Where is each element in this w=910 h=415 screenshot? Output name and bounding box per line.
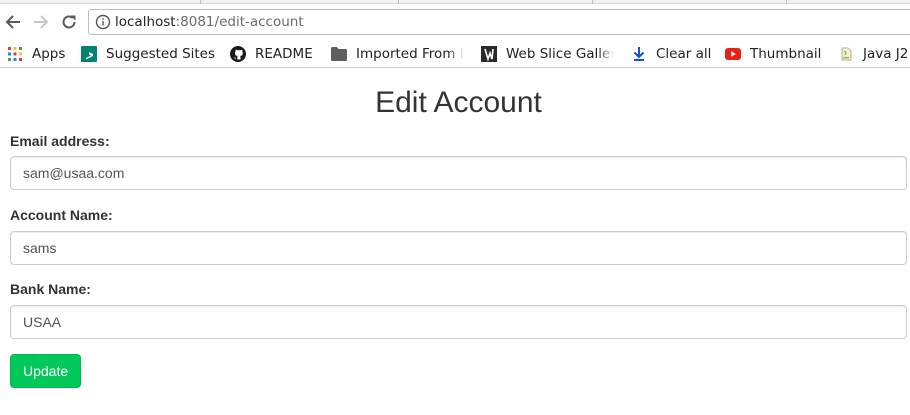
folder-icon xyxy=(331,46,347,62)
forward-button[interactable] xyxy=(30,11,52,33)
bookmark-label: Apps xyxy=(32,46,66,62)
url-path: :8081/edit-account xyxy=(175,14,304,30)
bookmark-label: Web Slice Galler xyxy=(506,46,614,62)
download-icon xyxy=(631,46,647,62)
bookmark-label: Clear all xyxy=(656,46,712,62)
account-name-field[interactable] xyxy=(10,231,907,265)
bank-name-field[interactable] xyxy=(10,305,907,339)
bookmark-web-slice[interactable]: Web Slice Galler xyxy=(481,44,614,64)
bookmark-readme[interactable]: README xyxy=(230,44,313,64)
bookmark-label: Suggested Sites xyxy=(106,46,216,62)
update-button[interactable]: Update xyxy=(10,354,82,388)
bookmark-label: Java J2 xyxy=(863,46,909,62)
address-bar[interactable]: localhost:8081/edit-account xyxy=(88,9,910,35)
arrow-right-icon xyxy=(34,15,49,29)
bookmark-imported[interactable]: Imported From I xyxy=(331,44,464,64)
reload-icon xyxy=(62,15,76,29)
java-icon xyxy=(838,46,854,62)
youtube-icon xyxy=(725,46,741,62)
bookmark-thumbnail[interactable]: Thumbnail xyxy=(725,44,821,64)
apps-grid-icon xyxy=(7,46,23,62)
bing-icon xyxy=(81,46,97,62)
web-slice-icon xyxy=(481,46,497,62)
url-host: localhost xyxy=(115,14,176,30)
github-icon xyxy=(230,46,246,62)
bookmark-apps[interactable]: Apps xyxy=(7,44,65,64)
reload-button[interactable] xyxy=(58,11,80,33)
bookmark-suggested-sites[interactable]: Suggested Sites xyxy=(81,44,215,64)
bookmark-label: README xyxy=(255,46,313,62)
bank-name-label: Bank Name: xyxy=(10,281,91,297)
bookmark-clear-all[interactable]: Clear all xyxy=(631,44,711,64)
browser-toolbar: localhost:8081/edit-account xyxy=(0,4,910,40)
back-button[interactable] xyxy=(2,11,24,33)
bookmark-java[interactable]: Java J2 xyxy=(838,44,908,64)
bookmark-label: Imported From I xyxy=(356,46,464,62)
bookmarks-bar: Apps Suggested Sites README Imported Fro… xyxy=(0,40,910,68)
bookmark-label: Thumbnail xyxy=(750,46,822,62)
page-title: Edit Account xyxy=(375,86,542,119)
email-label: Email address: xyxy=(10,133,110,149)
info-icon[interactable] xyxy=(95,14,111,30)
email-field[interactable] xyxy=(10,156,907,190)
page-content: Edit Account Email address: Account Name… xyxy=(0,69,910,415)
url-text: localhost:8081/edit-account xyxy=(115,14,304,31)
account-name-label: Account Name: xyxy=(10,207,113,223)
arrow-left-icon xyxy=(5,15,20,29)
